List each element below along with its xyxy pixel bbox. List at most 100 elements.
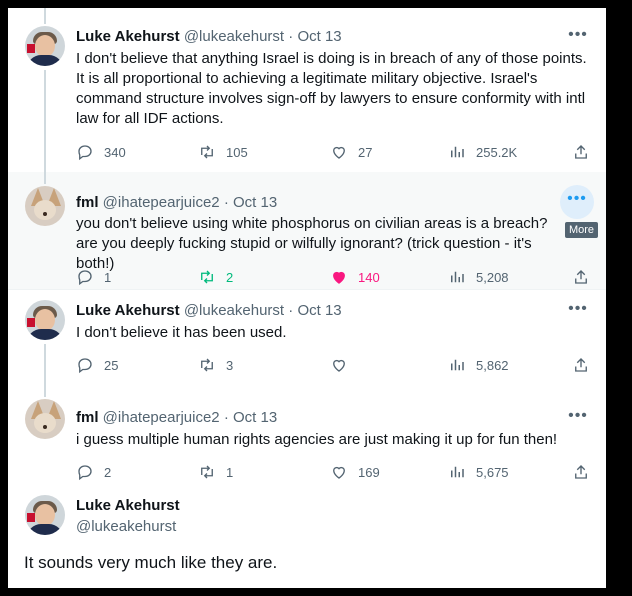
author-name[interactable]: fml bbox=[76, 194, 99, 211]
tweet-text: It sounds very much like they are. bbox=[24, 553, 278, 572]
share-icon bbox=[575, 145, 587, 159]
tweet-text: I don't believe that anything Israel is … bbox=[76, 50, 587, 127]
like-icon bbox=[333, 466, 345, 479]
retweet-button[interactable]: 1 bbox=[198, 462, 233, 482]
tweet-date[interactable]: Oct 13 bbox=[297, 28, 341, 45]
views-count: 5,862 bbox=[476, 357, 509, 373]
author-handle[interactable]: @ihatepearjuice2 bbox=[103, 409, 220, 426]
tweet-date[interactable]: Oct 13 bbox=[297, 302, 341, 319]
more-tooltip: More bbox=[564, 222, 598, 238]
avatar[interactable] bbox=[25, 495, 65, 535]
tweet[interactable]: fml @ihatepearjuice2 · Oct 13 ••• i gues… bbox=[8, 389, 606, 487]
views-icon bbox=[451, 271, 464, 283]
avatar[interactable] bbox=[25, 300, 65, 340]
reply-count: 2 bbox=[104, 464, 112, 480]
retweet-button[interactable]: 105 bbox=[198, 142, 248, 162]
thread-line bbox=[44, 389, 46, 397]
retweet-icon bbox=[201, 358, 213, 372]
reply-count: 340 bbox=[104, 144, 126, 160]
focused-tweet[interactable]: Luke Akehurst @lukeakehurst It sounds ve… bbox=[8, 487, 606, 588]
share-button[interactable] bbox=[572, 462, 600, 482]
author-handle[interactable]: @lukeakehurst bbox=[76, 518, 176, 535]
tweet-header: fml @ihatepearjuice2 · Oct 13 bbox=[76, 193, 277, 213]
like-icon bbox=[333, 359, 345, 372]
tweet-header: Luke Akehurst @lukeakehurst · Oct 13 bbox=[76, 27, 342, 47]
like-count: 27 bbox=[358, 144, 373, 160]
reply-icon bbox=[78, 270, 92, 286]
avatar[interactable] bbox=[25, 399, 65, 439]
action-bar: 25 3 5,862 bbox=[76, 355, 592, 375]
author-handle[interactable]: @lukeakehurst bbox=[184, 302, 284, 319]
avatar[interactable] bbox=[25, 26, 65, 66]
views-icon bbox=[451, 466, 464, 478]
author-handle[interactable]: @ihatepearjuice2 bbox=[103, 194, 220, 211]
retweet-icon bbox=[201, 145, 213, 159]
author-name[interactable]: Luke Akehurst bbox=[76, 28, 180, 45]
views-icon bbox=[451, 146, 464, 158]
more-icon[interactable]: ••• bbox=[568, 408, 588, 429]
views-button[interactable]: 5,675 bbox=[448, 462, 509, 482]
author-handle[interactable]: @lukeakehurst bbox=[184, 28, 284, 45]
more-icon[interactable]: ••• bbox=[568, 27, 588, 48]
like-button[interactable]: 140 bbox=[330, 267, 380, 287]
share-button[interactable] bbox=[572, 267, 600, 287]
views-count: 5,208 bbox=[476, 269, 509, 285]
thread-line bbox=[44, 8, 46, 24]
share-button[interactable] bbox=[572, 142, 600, 162]
views-count: 5,675 bbox=[476, 464, 509, 480]
tweet[interactable]: Luke Akehurst @lukeakehurst · Oct 13 •••… bbox=[8, 8, 606, 172]
author-name[interactable]: Luke Akehurst bbox=[76, 497, 180, 514]
thread-line bbox=[44, 70, 46, 172]
reply-icon bbox=[78, 465, 92, 481]
reply-button[interactable]: 340 bbox=[76, 142, 126, 162]
share-icon bbox=[575, 358, 587, 372]
separator: · bbox=[223, 409, 229, 426]
tweet[interactable]: fml @ihatepearjuice2 · Oct 13 ••• More y… bbox=[8, 172, 606, 289]
author-name[interactable]: Luke Akehurst bbox=[76, 302, 180, 319]
reply-button[interactable]: 25 bbox=[76, 355, 118, 375]
reply-icon bbox=[78, 145, 92, 161]
like-icon bbox=[333, 146, 345, 159]
tweet-date[interactable]: Oct 13 bbox=[233, 409, 277, 426]
retweet-count: 105 bbox=[226, 144, 248, 160]
separator: · bbox=[288, 28, 294, 45]
more-icon[interactable]: ••• bbox=[568, 301, 588, 322]
tweet-date[interactable]: Oct 13 bbox=[233, 194, 277, 211]
share-button[interactable] bbox=[572, 355, 600, 375]
thread-line bbox=[44, 172, 46, 184]
retweet-icon bbox=[201, 465, 213, 479]
like-count: 140 bbox=[358, 269, 380, 285]
tweet-text: i guess multiple human rights agencies a… bbox=[76, 431, 558, 448]
reply-count: 1 bbox=[104, 269, 112, 285]
views-button[interactable]: 255.2K bbox=[448, 142, 517, 162]
views-button[interactable]: 5,208 bbox=[448, 267, 509, 287]
author-name[interactable]: fml bbox=[76, 409, 99, 426]
share-icon bbox=[575, 465, 587, 479]
like-button[interactable]: 169 bbox=[330, 462, 380, 482]
action-bar: 340 105 27 255.2K bbox=[76, 142, 592, 162]
like-count: 169 bbox=[358, 464, 380, 480]
like-icon bbox=[333, 271, 345, 284]
avatar[interactable] bbox=[25, 186, 65, 226]
like-button[interactable]: 27 bbox=[330, 142, 372, 162]
conversation-thread: Luke Akehurst @lukeakehurst · Oct 13 •••… bbox=[8, 8, 606, 588]
retweet-icon bbox=[201, 270, 213, 284]
action-bar: 2 1 169 5,675 bbox=[76, 462, 592, 482]
retweet-button[interactable]: 3 bbox=[198, 355, 233, 375]
tweet-text: you don't believe using white phosphorus… bbox=[76, 215, 548, 272]
separator: · bbox=[223, 194, 229, 211]
retweet-count: 3 bbox=[226, 357, 234, 373]
share-icon bbox=[575, 270, 587, 284]
reply-button[interactable]: 2 bbox=[76, 462, 111, 482]
views-button[interactable]: 5,862 bbox=[448, 355, 509, 375]
reply-button[interactable]: 1 bbox=[76, 267, 111, 287]
tweet-header: Luke Akehurst @lukeakehurst · Oct 13 bbox=[76, 301, 342, 321]
action-bar: 1 2 140 5,208 bbox=[76, 267, 592, 287]
reply-icon bbox=[78, 358, 92, 374]
like-button[interactable] bbox=[330, 355, 358, 375]
retweet-count: 1 bbox=[226, 464, 234, 480]
thread-line bbox=[44, 344, 46, 389]
retweet-button[interactable]: 2 bbox=[198, 267, 233, 287]
tweet-text: I don't believe it has been used. bbox=[76, 324, 287, 341]
tweet[interactable]: Luke Akehurst @lukeakehurst · Oct 13 •••… bbox=[8, 290, 606, 389]
